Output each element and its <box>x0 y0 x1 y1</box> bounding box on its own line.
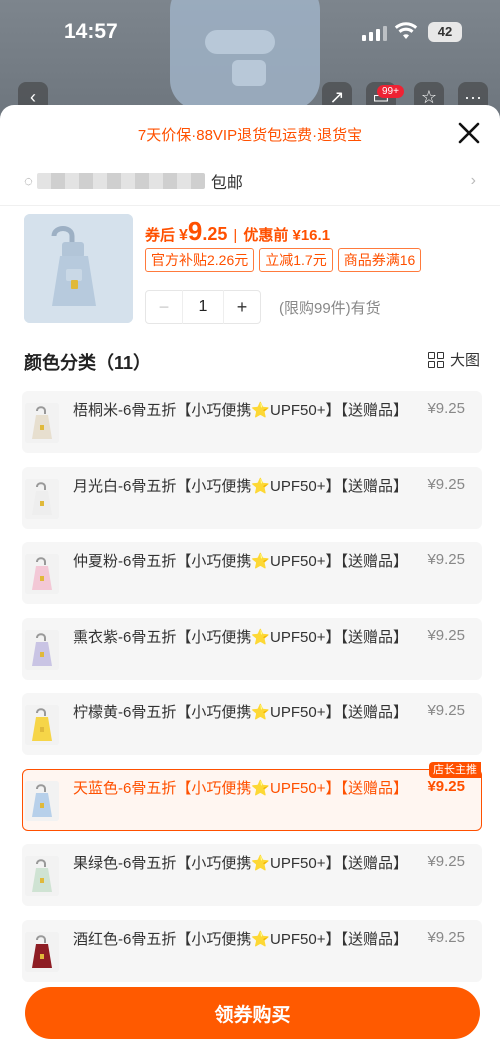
option-name: 果绿色-6骨五折【小巧便携⭐UPF50+】【送赠品】 <box>73 855 408 872</box>
sku-selector-sheet: 7天价保·88VIP退货包运费·退货宝 ◌ 包邮 › 券后 ¥ 9 .25 | … <box>0 105 500 1039</box>
cart-badge: 99+ <box>377 85 404 98</box>
option-price: ¥9.25 <box>427 777 465 795</box>
price-separator: | <box>233 227 238 244</box>
color-option[interactable]: 仲夏粉-6骨五折【小巧便携⭐UPF50+】【送赠品】 ¥9.25 <box>22 542 482 604</box>
location-icon: ◌ <box>24 172 33 190</box>
shipping-address-row[interactable]: ◌ 包邮 › <box>0 163 500 199</box>
product-thumbnail[interactable] <box>24 214 133 323</box>
coupon-list: 官方补贴2.26元 立减1.7元 商品券满16 <box>145 248 465 272</box>
quantity-value[interactable]: 1 <box>182 290 224 324</box>
price-integer: 9 <box>187 216 203 246</box>
option-thumbnail <box>25 478 59 519</box>
color-option[interactable]: 熏衣紫-6骨五折【小巧便携⭐UPF50+】【送赠品】 ¥9.25 <box>22 617 482 680</box>
coupon-badge: 官方补贴2.26元 <box>145 248 255 272</box>
address-redacted <box>36 173 205 189</box>
close-icon[interactable] <box>456 120 482 146</box>
color-option[interactable]: 果绿色-6骨五折【小巧便携⭐UPF50+】【送赠品】 ¥9.25 <box>22 844 482 906</box>
decrease-button[interactable]: − <box>146 297 182 318</box>
color-option[interactable]: 柠檬黄-6骨五折【小巧便携⭐UPF50+】【送赠品】 ¥9.25 <box>22 693 482 755</box>
stock-note: (限购99件)有货 <box>279 300 381 317</box>
option-price: ¥9.25 <box>427 551 465 568</box>
option-thumbnail <box>25 629 59 670</box>
color-option[interactable]: 酒红色-6骨五折【小巧便携⭐UPF50+】【送赠品】 ¥9.25 <box>22 919 482 982</box>
price-prefix: 券后 <box>145 227 176 244</box>
price-currency: ¥ <box>179 227 188 244</box>
option-thumbnail <box>25 705 59 745</box>
option-name: 天蓝色-6骨五折【小巧便携⭐UPF50+】【送赠品】 <box>73 779 408 797</box>
option-name: 熏衣紫-6骨五折【小巧便携⭐UPF50+】【送赠品】 <box>73 628 408 646</box>
shipping-note: 包邮 <box>210 175 243 192</box>
option-price: ¥9.25 <box>427 400 465 417</box>
option-thumbnail <box>25 780 59 821</box>
service-banner-text: 7天价保·88VIP退货包运费·退货宝 <box>137 126 363 144</box>
color-option[interactable]: 月光白-6骨五折【小巧便携⭐UPF50+】【送赠品】 ¥9.25 <box>22 466 482 529</box>
recommended-tag: 店长主推 <box>429 761 481 778</box>
option-thumbnail <box>25 403 59 443</box>
increase-button[interactable]: + <box>224 297 260 318</box>
option-price: ¥9.25 <box>427 626 465 644</box>
option-name: 柠檬黄-6骨五折【小巧便携⭐UPF50+】【送赠品】 <box>73 704 408 721</box>
option-name: 梧桐米-6骨五折【小巧便携⭐UPF50+】【送赠品】 <box>73 402 408 419</box>
status-time: 14:57 <box>64 20 118 43</box>
option-name: 月光白-6骨五折【小巧便携⭐UPF50+】【送赠品】 <box>73 477 408 495</box>
wifi-icon <box>394 22 418 39</box>
option-name: 酒红色-6骨五折【小巧便携⭐UPF50+】【送赠品】 <box>73 930 408 948</box>
option-price: ¥9.25 <box>427 475 465 493</box>
option-name: 仲夏粉-6骨五折【小巧便携⭐UPF50+】【送赠品】 <box>73 553 408 570</box>
cellular-signal-icon <box>362 25 387 41</box>
price-decimal: .25 <box>202 224 228 244</box>
original-price: 优惠前 ¥16.1 <box>243 227 331 244</box>
option-price: ¥9.25 <box>427 853 465 870</box>
grid-icon <box>427 351 444 368</box>
option-price: ¥9.25 <box>427 702 465 719</box>
color-option-list: 梧桐米-6骨五折【小巧便携⭐UPF50+】【送赠品】 ¥9.25 月光白-6骨五折【… <box>22 391 482 995</box>
chevron-right-icon: › <box>470 172 476 189</box>
coupon-badge: 立减1.7元 <box>259 248 333 272</box>
product-summary: 券后 ¥ 9 .25 | 优惠前 ¥16.1 官方补贴2.26元 立减1.7元 商品… <box>0 206 500 346</box>
status-bar: 14:57 42 <box>0 0 500 66</box>
color-option[interactable]: 天蓝色-6骨五折【小巧便携⭐UPF50+】【送赠品】 ¥9.25 店长主推 <box>22 761 482 831</box>
coupon-badge: 商品券满16 <box>337 248 422 272</box>
option-price: ¥9.25 <box>427 928 465 946</box>
big-view-label: 大图 <box>449 352 480 369</box>
price-line: 券后 ¥ 9 .25 | 优惠前 ¥16.1 <box>145 216 330 247</box>
big-view-toggle[interactable]: 大图 <box>427 349 480 370</box>
buy-button[interactable]: 领券购买 <box>25 987 480 1039</box>
color-option[interactable]: 梧桐米-6骨五折【小巧便携⭐UPF50+】【送赠品】 ¥9.25 <box>22 391 482 453</box>
service-banner: 7天价保·88VIP退货包运费·退货宝 <box>0 105 500 163</box>
option-thumbnail <box>25 554 59 594</box>
option-thumbnail <box>25 931 59 972</box>
quantity-stepper: − 1 + <box>145 290 261 324</box>
option-thumbnail <box>25 856 59 896</box>
section-title: 颜色分类（11） <box>24 353 152 373</box>
battery-indicator: 42 <box>428 22 462 42</box>
